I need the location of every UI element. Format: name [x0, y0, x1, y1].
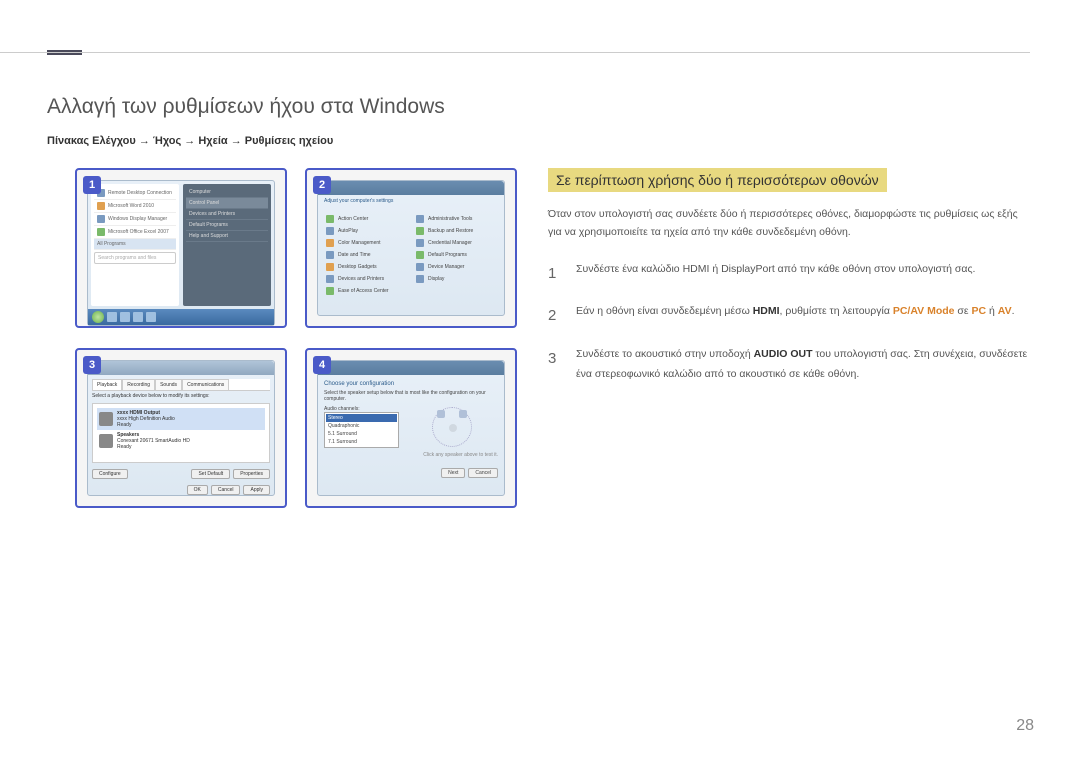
highlight-pc: PC — [972, 305, 987, 317]
page-number: 28 — [1016, 717, 1034, 735]
intro-text: Όταν στον υπολογιστή σας συνδέετε δύο ή … — [548, 206, 1030, 242]
step-text: Συνδέστε ένα καλώδιο HDMI ή DisplayPort … — [576, 260, 1030, 289]
text: ή — [986, 305, 998, 317]
step-text: Εάν η οθόνη είναι συνδεδεμένη μέσω HDMI,… — [576, 302, 1030, 331]
device-status: Ready — [117, 444, 190, 450]
start-button-icon — [92, 311, 104, 323]
config-option: 7.1 Surround — [326, 438, 397, 446]
cancel-button: Cancel — [468, 468, 498, 478]
cp-item: AutoPlay — [338, 228, 358, 234]
sound-hint: Select a playback device below to modify… — [92, 391, 270, 401]
menu-item: Remote Desktop Connection — [108, 190, 172, 196]
text: σε — [955, 305, 972, 317]
speaker-icon — [437, 410, 445, 418]
cp-item: Default Programs — [428, 252, 467, 258]
text: , ρυθμίστε τη λειτουργία — [780, 305, 893, 317]
menu-item: Windows Display Manager — [108, 216, 167, 222]
thumb-4: 4 Choose your configuration Select the s… — [305, 348, 517, 508]
config-option: Quadraphonic — [326, 422, 397, 430]
tab-playback: Playback — [92, 379, 122, 390]
step-text: Συνδέστε το ακουστικό στην υποδοχή AUDIO… — [576, 345, 1030, 385]
thumb-number: 1 — [83, 176, 101, 194]
step-number: 3 — [548, 345, 560, 385]
apply-button: Apply — [243, 485, 270, 495]
menu-item-control-panel: Control Panel — [186, 198, 268, 209]
bold-hdmi: HDMI — [753, 305, 780, 317]
cp-item: Color Management — [338, 240, 381, 246]
text: . — [1012, 305, 1015, 317]
configure-button: Configure — [92, 469, 128, 479]
menu-item: Devices and Printers — [186, 209, 268, 220]
task-icon — [107, 312, 117, 322]
task-icon — [146, 312, 156, 322]
cp-item: Display — [428, 276, 444, 282]
bold-audio-out: AUDIO OUT — [754, 348, 813, 360]
properties-button: Properties — [233, 469, 270, 479]
next-button: Next — [441, 468, 465, 478]
task-icon — [120, 312, 130, 322]
config-option: Stereo — [326, 414, 397, 422]
step-number: 1 — [548, 260, 560, 289]
config-hint: Select the speaker setup below that is m… — [324, 390, 498, 402]
menu-item: Default Programs — [186, 220, 268, 231]
cp-item: Action Center — [338, 216, 368, 222]
highlight-pcav-mode: PC/AV Mode — [893, 305, 955, 317]
test-hint: Click any speaker above to test it. — [324, 452, 498, 458]
step-2: 2 Εάν η οθόνη είναι συνδεδεμένη μέσω HDM… — [548, 302, 1030, 331]
task-icon — [133, 312, 143, 322]
thumb-3: 3 Playback Recording Sounds Communicatio… — [75, 348, 287, 508]
device-status: Ready — [117, 422, 175, 428]
cp-item: Backup and Restore — [428, 228, 473, 234]
cp-item: Credential Manager — [428, 240, 472, 246]
page-title: Αλλαγή των ρυθμίσεων ήχου στα Windows — [47, 95, 445, 119]
screenshot-grid: 1 Remote Desktop Connection Microsoft Wo… — [75, 168, 525, 508]
device-icon — [99, 434, 113, 448]
right-column: Σε περίπτωση χρήσης δύο ή περισσότερων ο… — [548, 168, 1030, 399]
thumb-number: 4 — [313, 356, 331, 374]
header-divider — [0, 52, 1030, 53]
breadcrumb: Πίνακας Ελέγχου → Ήχος → Ηχεία → Ρυθμίσε… — [47, 135, 333, 147]
text: Εάν η οθόνη είναι συνδεδεμένη μέσω — [576, 305, 753, 317]
step-3: 3 Συνδέστε το ακουστικό στην υποδοχή AUD… — [548, 345, 1030, 385]
text: Συνδέστε το ακουστικό στην υποδοχή — [576, 348, 754, 360]
tab: Communications — [182, 379, 229, 390]
cp-item: Ease of Access Center — [338, 288, 389, 294]
menu-item: Microsoft Office Excel 2007 — [108, 229, 169, 235]
menu-item: Help and Support — [186, 231, 268, 242]
thumb-2: 2 Adjust your computer's settings Action… — [305, 168, 517, 328]
listener-icon — [449, 424, 457, 432]
device-icon — [99, 412, 113, 426]
all-programs: All Programs — [97, 241, 126, 247]
config-title: Choose your configuration — [324, 381, 498, 387]
menu-item: Computer — [186, 187, 268, 198]
cp-item: Desktop Gadgets — [338, 264, 377, 270]
cp-item: Devices and Printers — [338, 276, 384, 282]
speaker-icon — [459, 410, 467, 418]
tab: Recording — [122, 379, 155, 390]
config-option: 5.1 Surround — [326, 430, 397, 438]
cancel-button: Cancel — [211, 485, 241, 495]
set-default-button: Set Default — [191, 469, 230, 479]
cp-item: Date and Time — [338, 252, 371, 258]
cp-item: Device Manager — [428, 264, 464, 270]
thumb-number: 3 — [83, 356, 101, 374]
thumb-1: 1 Remote Desktop Connection Microsoft Wo… — [75, 168, 287, 328]
cp-header: Adjust your computer's settings — [318, 195, 504, 207]
step-number: 2 — [548, 302, 560, 331]
subsection-title: Σε περίπτωση χρήσης δύο ή περισσότερων ο… — [548, 168, 887, 192]
highlight-av: AV — [998, 305, 1012, 317]
cp-item: Administrative Tools — [428, 216, 472, 222]
menu-item: Microsoft Word 2010 — [108, 203, 154, 209]
search-placeholder: Search programs and files — [98, 255, 156, 261]
ok-button: OK — [187, 485, 208, 495]
thumb-number: 2 — [313, 176, 331, 194]
step-1: 1 Συνδέστε ένα καλώδιο HDMI ή DisplayPor… — [548, 260, 1030, 289]
tab: Sounds — [155, 379, 182, 390]
